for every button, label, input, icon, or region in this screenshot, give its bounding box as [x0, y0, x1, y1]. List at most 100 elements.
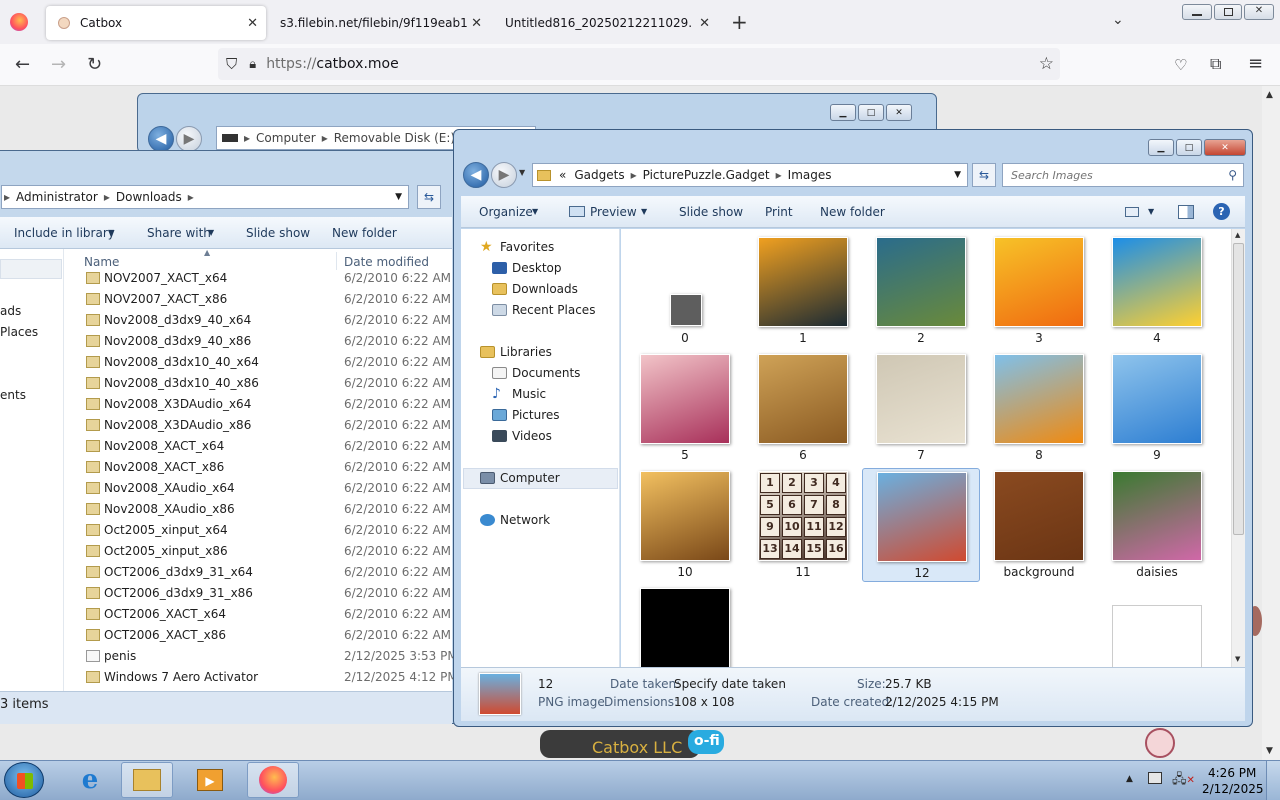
file-row[interactable]: Nov2008_X3DAudio_x86 6/2/2010 6:22 AM — [0, 415, 452, 436]
clock-time[interactable]: 4:26 PM — [1208, 766, 1256, 780]
dropdown-arrow-icon[interactable]: ▼ — [1148, 207, 1154, 216]
back-arrow-icon[interactable]: ← — [15, 56, 30, 74]
thumbnail-item[interactable]: 12 — [862, 468, 980, 582]
tracking-shield-icon[interactable]: ⛉ — [226, 55, 237, 73]
file-row[interactable]: Nov2008_XAudio_x86 6/2/2010 6:22 AM — [0, 499, 452, 520]
file-row[interactable]: OCT2006_d3dx9_31_x64 6/2/2010 6:22 AM — [0, 562, 452, 583]
nav-downloads[interactable]: Downloads — [492, 282, 578, 296]
preview-menu[interactable]: Preview — [590, 205, 637, 219]
vertical-scrollbar[interactable]: ▲ ▼ — [1262, 86, 1280, 760]
minimize-button[interactable] — [1182, 4, 1212, 20]
nav-desktop[interactable]: Desktop — [492, 261, 562, 275]
minimize-button[interactable]: ▁ — [830, 104, 856, 121]
thumbnail-item[interactable] — [626, 585, 744, 667]
thumbnail-item[interactable]: 1 — [744, 234, 862, 348]
bookmark-star-icon[interactable]: ☆ — [1039, 54, 1054, 74]
nav-documents[interactable]: Documents — [492, 366, 580, 380]
nav-libraries[interactable]: Libraries — [480, 345, 552, 359]
taskbar-firefox[interactable] — [247, 762, 299, 798]
file-row[interactable]: NOV2007_XACT_x64 6/2/2010 6:22 AM — [0, 268, 452, 289]
file-row[interactable]: OCT2006_XACT_x86 6/2/2010 6:22 AM — [0, 625, 452, 646]
nav-videos[interactable]: Videos — [492, 429, 552, 443]
show-hidden-icons-arrow[interactable]: ▲ — [1126, 774, 1133, 784]
search-icon[interactable]: ⚲ — [1228, 168, 1237, 182]
thumbnail-item[interactable]: 3 — [980, 234, 1098, 348]
app-menu-icon[interactable]: ≡ — [1248, 55, 1263, 73]
file-row[interactable]: Nov2008_X3DAudio_x64 6/2/2010 6:22 AM — [0, 394, 452, 415]
file-row[interactable]: Windows 7 Aero Activator 2/12/2025 4:12 P… — [0, 667, 458, 688]
maximize-button[interactable]: □ — [858, 104, 884, 121]
file-row[interactable]: Oct2005_xinput_x64 6/2/2010 6:22 AM — [0, 520, 452, 541]
thumbnail-item[interactable]: 1 2 3 4 5 6 7 8 9 10 11 12 13 14 15 16 11 — [744, 468, 862, 582]
slide-show-button[interactable]: Slide show — [679, 205, 743, 219]
thumbnail-item[interactable] — [1098, 585, 1216, 667]
nav-music[interactable]: ♪ Music — [492, 387, 546, 401]
thumbnail-item[interactable]: 4 — [1098, 234, 1216, 348]
tab-catbox[interactable]: Catbox ✕ — [46, 6, 266, 40]
save-to-pocket-icon[interactable]: ♡ — [1174, 56, 1187, 74]
thumbnail-item[interactable]: daisies — [1098, 468, 1216, 582]
clock-date[interactable]: 2/12/2025 — [1202, 782, 1264, 796]
page-badge-fragment[interactable]: o-fi — [688, 730, 724, 754]
close-button[interactable]: ✕ — [886, 104, 912, 121]
maximize-button[interactable]: □ — [1176, 139, 1202, 156]
thumbnail-item[interactable]: 5 — [626, 351, 744, 465]
network-status-icon[interactable]: 🖧︎✕ — [1172, 770, 1195, 792]
thumbnail-item[interactable]: 2 — [862, 234, 980, 348]
taskbar-internet-explorer[interactable]: e — [64, 762, 116, 798]
new-folder-button[interactable]: New folder — [332, 226, 397, 240]
firefox-menu-icon[interactable] — [10, 13, 28, 31]
file-row[interactable]: Nov2008_d3dx10_40_x86 6/2/2010 6:22 AM — [0, 373, 452, 394]
nav-computer[interactable]: Computer — [480, 471, 560, 485]
nav-favorites[interactable]: ★ Favorites — [480, 240, 554, 254]
refresh-button[interactable]: ⇆ — [417, 185, 441, 209]
tab-untitled-png[interactable]: Untitled816_20250212211029.png (P ✕ — [496, 6, 718, 40]
thumbnail-item[interactable]: 9 — [1098, 351, 1216, 465]
taskbar-explorer[interactable] — [121, 762, 173, 798]
restore-button[interactable] — [1214, 4, 1242, 20]
file-row[interactable]: Nov2008_XAudio_x64 6/2/2010 6:22 AM — [0, 478, 452, 499]
thumbnail-scrollbar[interactable]: ▲ ▼ — [1231, 229, 1245, 667]
file-row[interactable]: Oct2005_xinput_x86 6/2/2010 6:22 AM — [0, 541, 452, 562]
search-input[interactable] — [1011, 168, 1211, 182]
taskbar-media-player[interactable]: ▶ — [184, 762, 236, 798]
file-row[interactable]: Nov2008_d3dx9_40_x86 6/2/2010 6:22 AM — [0, 331, 452, 352]
back-button[interactable]: ◀ — [148, 126, 174, 152]
address-bar[interactable]: ▸ Administrator ▸ Downloads ▸ ▼ — [1, 185, 409, 209]
file-row[interactable]: penis 2/12/2025 3:53 PM — [0, 646, 458, 667]
extensions-icon[interactable]: ⧉ — [1210, 55, 1221, 73]
breadcrumb-overflow[interactable]: « — [559, 168, 566, 182]
details-date-taken-value[interactable]: Specify date taken — [674, 677, 786, 691]
nav-pictures[interactable]: Pictures — [492, 408, 560, 422]
nav-network[interactable]: Network — [480, 513, 550, 527]
back-button[interactable]: ◀ — [463, 162, 489, 188]
file-row[interactable]: Nov2008_XACT_x64 6/2/2010 6:22 AM — [0, 436, 452, 457]
nav-recent-places[interactable]: Recent Places — [492, 303, 595, 317]
start-button[interactable] — [4, 762, 44, 798]
slide-show-button[interactable]: Slide show — [246, 226, 310, 240]
thumbnail-item[interactable]: 7 — [862, 351, 980, 465]
breadcrumb-computer[interactable]: Computer — [256, 131, 316, 145]
preview-pane-icon[interactable] — [1178, 204, 1194, 219]
address-dropdown-icon[interactable]: ▼ — [954, 170, 961, 180]
organize-menu[interactable]: Organize — [479, 205, 533, 219]
search-box[interactable]: ⚲ — [1002, 163, 1244, 187]
breadcrumb-administrator[interactable]: Administrator — [16, 190, 98, 204]
breadcrumb-picturepuzzle[interactable]: PicturePuzzle.Gadget — [643, 168, 770, 182]
thumbnail-item[interactable]: background — [980, 468, 1098, 582]
change-view-icon[interactable] — [1125, 206, 1139, 217]
share-with-menu[interactable]: Share with — [147, 226, 211, 240]
thumbnail-item[interactable]: 6 — [744, 351, 862, 465]
file-row[interactable]: NOV2007_XACT_x86 6/2/2010 6:22 AM — [0, 289, 452, 310]
thumbnail-item[interactable]: 0 — [626, 234, 744, 348]
lock-icon[interactable]: 🔒︎ — [249, 57, 256, 72]
include-in-library-menu[interactable]: Include in library — [14, 226, 115, 240]
recent-pages-chevron-icon[interactable]: ▼ — [519, 168, 525, 177]
close-tab-icon[interactable]: ✕ — [471, 16, 482, 31]
forward-arrow-icon[interactable]: → — [51, 56, 66, 74]
refresh-button[interactable]: ⇆ — [972, 163, 996, 187]
thumbnail-item[interactable]: 8 — [980, 351, 1098, 465]
file-row[interactable]: Nov2008_d3dx10_40_x64 6/2/2010 6:22 AM — [0, 352, 452, 373]
breadcrumb-gadgets[interactable]: Gadgets — [574, 168, 624, 182]
column-header-date[interactable]: Date modified — [344, 255, 429, 269]
